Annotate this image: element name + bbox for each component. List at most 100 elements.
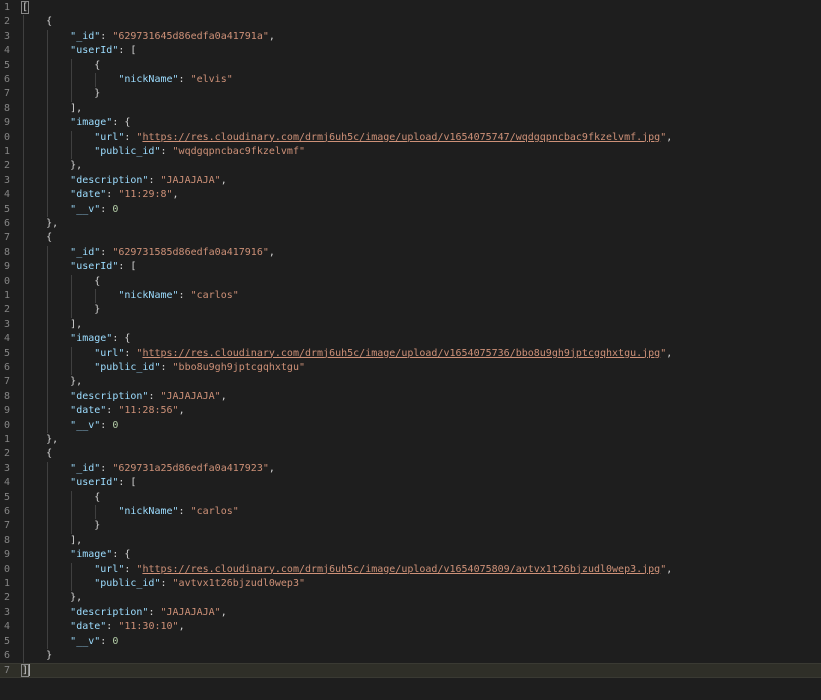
json-punctuation: { [22,491,101,503]
code-line[interactable]: 6 "public_id": "bbo8u9gh9jptcgqhxtgu" [0,361,821,375]
code-line[interactable]: 0 { [0,275,821,289]
json-string: "carlos" [190,290,239,301]
code-line[interactable]: 7 { [0,231,821,245]
line-number: 6 [3,506,10,517]
code-line[interactable]: 5 "__v": 0 [0,203,821,217]
code-line[interactable]: 0 "__v": 0 [0,419,821,433]
code-line[interactable]: 0 "url": "https://res.cloudinary.com/drm… [0,563,821,577]
line-code: ], [22,318,82,332]
line-number: 4 [3,333,10,345]
json-string: "carlos" [190,506,239,517]
json-punctuation: : [100,419,113,431]
line-number: 3 [3,318,10,330]
code-line[interactable]: 1[ [0,1,821,15]
code-line[interactable]: 4 "userId": [ [0,476,821,490]
json-key: "__v" [70,203,101,215]
code-line[interactable]: 5 "__v": 0 [0,635,821,649]
code-line[interactable]: 9 "image": { [0,116,821,130]
code-line[interactable]: 4 "date": "11:30:10", [0,620,821,634]
url-link[interactable]: https://res.cloudinary.com/drmj6uh5c/ima… [142,564,660,575]
code-line[interactable]: 2 }, [0,591,821,605]
line-code: "nickName": "carlos" [22,289,239,303]
json-string: "11:29:8" [118,189,173,201]
code-line[interactable]: 6 }, [0,217,821,231]
line-code: "description": "JAJAJAJA", [22,606,227,620]
json-punctuation: : [124,347,137,359]
json-punctuation: { [22,59,101,71]
code-line[interactable]: 6 } [0,649,821,663]
json-punctuation: : { [112,333,131,345]
code-line[interactable]: 0 "url": "https://res.cloudinary.com/drm… [0,131,821,145]
json-punctuation: [ [20,1,30,14]
code-line[interactable]: 8 ], [0,534,821,548]
json-punctuation: : [100,30,113,42]
line-code: "description": "JAJAJAJA", [22,174,227,188]
line-number: 5 [3,203,10,215]
json-number: 0 [112,635,119,647]
code-line[interactable]: 5 { [0,491,821,505]
code-line[interactable]: 3 ], [0,318,821,332]
code-line[interactable]: 6 "nickName": "elvis" [0,73,821,87]
code-line[interactable]: 5 { [0,59,821,73]
line-code: }, [22,591,82,605]
code-line[interactable]: 9 "date": "11:28:56", [0,404,821,418]
code-line[interactable]: 4 "image": { [0,332,821,346]
code-line[interactable]: 4 "userId": [ [0,44,821,58]
line-code: "description": "JAJAJAJA", [22,390,227,404]
json-key: "date" [70,621,107,633]
line-number: 1 [3,146,10,157]
code-line[interactable]: 9 "userId": [ [0,260,821,274]
code-line[interactable]: 9 "image": { [0,548,821,562]
code-line[interactable]: 2 } [0,303,821,317]
json-punctuation: : [178,506,191,517]
code-line[interactable]: 2 { [0,447,821,461]
code-line[interactable]: 3 "description": "JAJAJAJA", [0,174,821,188]
code-editor[interactable]: 1[2 {3 "_id": "629731645d86edfa0a41791a"… [0,0,821,700]
code-line[interactable]: 1 "public_id": "wqdgqpncbac9fkzelvmf" [0,145,821,159]
code-line[interactable]: 2 }, [0,159,821,173]
code-line[interactable]: 6 "nickName": "carlos" [0,505,821,519]
line-code: "url": "https://res.cloudinary.com/drmj6… [22,131,672,145]
code-line[interactable]: 1 "nickName": "carlos" [0,289,821,303]
json-key: "image" [70,333,113,345]
json-punctuation: } [22,650,53,661]
code-line[interactable]: 3 "_id": "629731645d86edfa0a41791a", [0,30,821,44]
json-key: "description" [70,390,149,402]
json-punctuation: } [22,520,101,532]
line-code: "nickName": "carlos" [22,505,239,519]
json-string: "elvis" [190,74,233,85]
code-line[interactable]: 5 "url": "https://res.cloudinary.com/drm… [0,347,821,361]
line-number: 4 [3,477,10,489]
code-line[interactable]: 3 "_id": "629731a25d86edfa0a417923", [0,462,821,476]
code-line[interactable]: 7 }, [0,375,821,389]
code-line[interactable]: 8 "description": "JAJAJAJA", [0,390,821,404]
line-code: } [22,303,100,317]
code-line[interactable]: 4 "date": "11:29:8", [0,188,821,202]
json-string: "629731585d86edfa0a417916" [112,246,269,258]
code-line[interactable]: 7] [0,663,821,678]
line-code: { [22,491,100,505]
code-line[interactable]: 3 "description": "JAJAJAJA", [0,606,821,620]
code-line[interactable]: 8 "_id": "629731585d86edfa0a417916", [0,246,821,260]
url-link[interactable]: https://res.cloudinary.com/drmj6uh5c/ima… [142,132,660,143]
code-line[interactable]: 2 { [0,15,821,29]
code-line[interactable]: 1 "public_id": "avtvx1t26bjzudl0wep3" [0,577,821,591]
code-line[interactable]: 7 } [0,519,821,533]
json-string: "JAJAJAJA" [160,606,221,618]
code-line[interactable]: 1 }, [0,433,821,447]
line-code: "_id": "629731585d86edfa0a417916", [22,246,275,260]
json-string: "11:28:56" [118,405,179,417]
code-line[interactable]: 8 ], [0,102,821,116]
url-link[interactable]: https://res.cloudinary.com/drmj6uh5c/ima… [142,348,660,359]
line-number: 2 [3,304,10,316]
line-number: 1 [3,434,10,445]
code-line[interactable]: 7 } [0,87,821,101]
json-string: "JAJAJAJA" [160,174,221,186]
